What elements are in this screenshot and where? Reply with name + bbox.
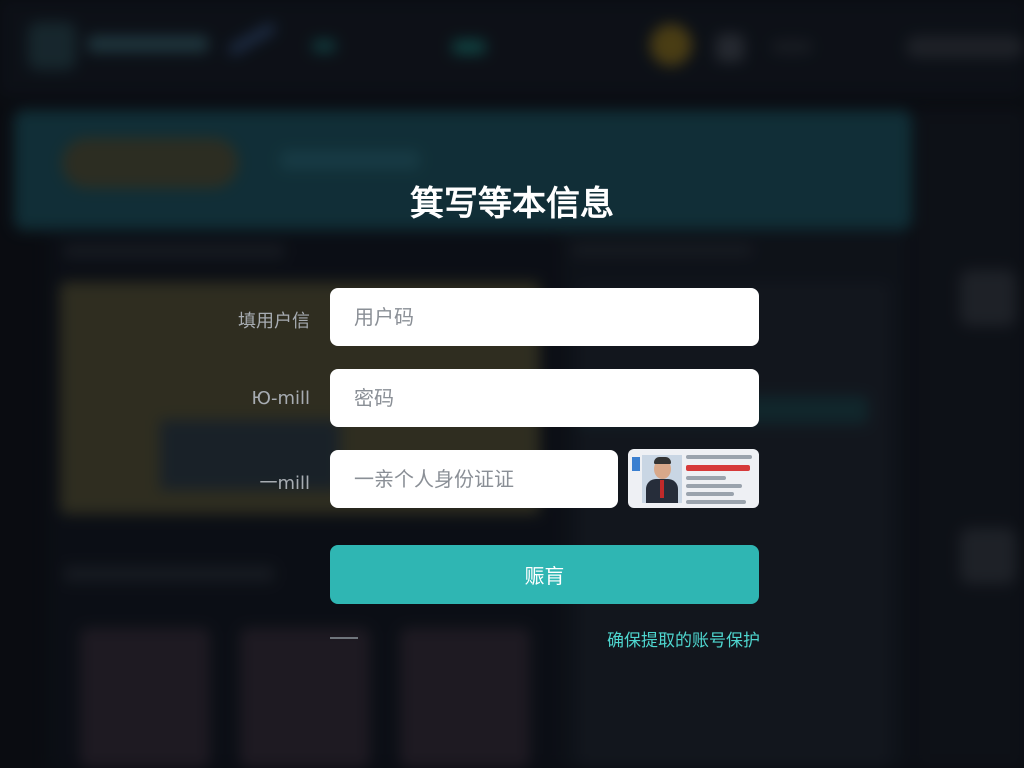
account-protection-link[interactable]: 确保提取的账号保护 [607,626,760,651]
password-field[interactable] [330,369,759,427]
username-field[interactable] [330,288,759,346]
username-input[interactable] [352,304,737,330]
id-number-input[interactable] [352,466,596,492]
password-label: Ю‑mill [251,388,310,409]
id-number-field[interactable] [330,450,618,508]
password-input[interactable] [352,385,737,411]
modal-title: 箕写等本信息 [410,184,614,224]
id-number-label: 一mill [259,473,310,494]
submit-button[interactable]: 赈肓 [330,545,759,604]
username-label: 填用户信 [238,311,310,332]
id-card-thumbnail-icon[interactable] [628,449,759,508]
divider [330,637,358,639]
